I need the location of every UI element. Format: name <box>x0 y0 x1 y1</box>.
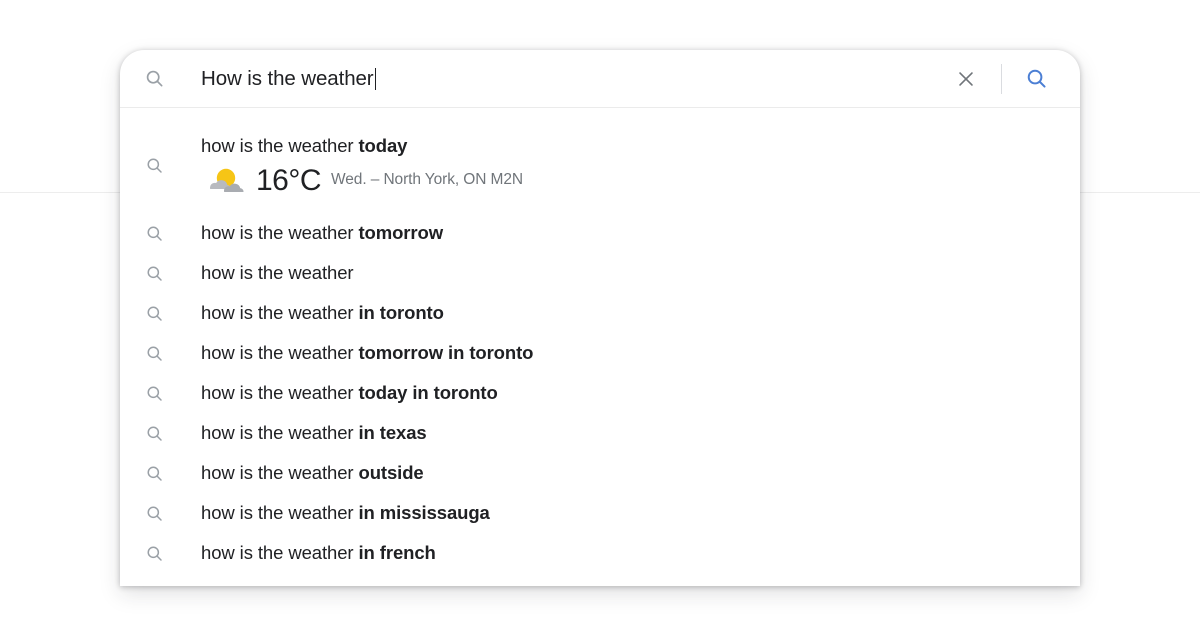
search-input[interactable]: How is the weather <box>170 66 943 92</box>
search-submit-button[interactable] <box>1016 59 1056 99</box>
suggestion-text: how is the weather in texas <box>201 422 427 443</box>
list-item[interactable]: how is the weather tomorrow <box>120 213 1080 253</box>
search-icon <box>138 464 170 483</box>
weather-location-day: Wed. – North York, ON M2N <box>331 171 523 188</box>
search-icon <box>138 224 170 243</box>
list-item[interactable]: how is the weather in toronto <box>120 293 1080 333</box>
suggestion-text: how is the weather outside <box>201 462 424 483</box>
suggestion-body: how is the weather in mississauga <box>170 501 1080 525</box>
list-item[interactable]: how is the weather today in toronto <box>120 373 1080 413</box>
search-input-row[interactable]: How is the weather <box>120 50 1080 107</box>
suggestion-body: how is the weather tomorrow in toronto <box>170 341 1080 365</box>
list-item[interactable]: how is the weather in texas <box>120 413 1080 453</box>
suggestion-completion: in french <box>358 542 436 563</box>
search-suggestions-card: How is the weather how is the weather to… <box>120 50 1080 586</box>
suggestion-text: how is the weather in toronto <box>201 302 444 323</box>
partly-cloudy-icon <box>204 165 248 197</box>
suggestion-text: how is the weather tomorrow <box>201 222 443 243</box>
suggestion-text: how is the weather in mississauga <box>201 502 490 523</box>
suggestion-text: how is the weather <box>201 262 354 283</box>
suggestion-body: how is the weather in texas <box>170 421 1080 445</box>
suggestion-completion: in toronto <box>358 302 444 323</box>
suggestion-list: how is the weather today 16°C Wed. – Nor… <box>120 108 1080 573</box>
list-item[interactable]: how is the weather today 16°C Wed. – Nor… <box>120 117 1080 213</box>
suggestion-prefix: how is the weather <box>201 262 354 283</box>
search-input-actions <box>943 50 1080 107</box>
search-icon <box>138 264 170 283</box>
suggestion-completion: today in toronto <box>358 382 498 403</box>
suggestion-prefix: how is the weather <box>201 542 359 563</box>
list-item[interactable]: how is the weather in mississauga <box>120 493 1080 533</box>
suggestion-body: how is the weather in toronto <box>170 301 1080 325</box>
suggestion-body: how is the weather <box>170 261 1080 285</box>
search-icon <box>138 156 170 175</box>
list-item[interactable]: how is the weather in french <box>120 533 1080 573</box>
action-divider <box>1001 63 1002 94</box>
suggestion-prefix: how is the weather <box>201 222 359 243</box>
search-icon <box>138 304 170 323</box>
weather-summary: 16°C Wed. – North York, ON M2N <box>201 163 1080 197</box>
suggestion-body: how is the weather today in toronto <box>170 381 1080 405</box>
suggestion-body: how is the weather in french <box>170 541 1080 565</box>
close-icon[interactable] <box>943 56 989 102</box>
suggestion-completion: tomorrow in toronto <box>358 342 534 363</box>
list-item[interactable]: how is the weather outside <box>120 453 1080 493</box>
suggestion-text: how is the weather today in toronto <box>201 382 498 403</box>
list-item[interactable]: how is the weather <box>120 253 1080 293</box>
suggestion-prefix: how is the weather <box>201 382 359 403</box>
suggestion-body: how is the weather today 16°C Wed. – Nor… <box>170 134 1080 197</box>
suggestion-completion: outside <box>358 462 424 483</box>
search-icon <box>138 344 170 363</box>
suggestion-completion: today <box>358 134 408 156</box>
weather-temperature: 16°C <box>256 163 322 197</box>
search-icon <box>138 544 170 563</box>
suggestion-body: how is the weather tomorrow <box>170 221 1080 245</box>
suggestion-completion: tomorrow <box>358 222 444 243</box>
suggestion-prefix: how is the weather <box>201 134 359 156</box>
suggestion-text: how is the weather in french <box>201 542 436 563</box>
search-icon <box>138 504 170 523</box>
suggestion-prefix: how is the weather <box>201 462 359 483</box>
list-item[interactable]: how is the weather tomorrow in toronto <box>120 333 1080 373</box>
suggestion-body: how is the weather outside <box>170 461 1080 485</box>
search-icon <box>138 424 170 443</box>
suggestion-text: how is the weather tomorrow in toronto <box>201 342 533 363</box>
text-caret <box>374 67 377 90</box>
search-input-value: How is the weather <box>201 66 374 90</box>
search-icon <box>138 68 170 89</box>
search-icon <box>138 384 170 403</box>
suggestion-text: how is the weather today <box>201 134 1080 158</box>
suggestion-completion: in mississauga <box>358 502 490 523</box>
suggestion-completion: in texas <box>358 422 427 443</box>
suggestion-prefix: how is the weather <box>201 422 359 443</box>
suggestion-prefix: how is the weather <box>201 502 359 523</box>
suggestion-prefix: how is the weather <box>201 342 359 363</box>
suggestion-prefix: how is the weather <box>201 302 359 323</box>
